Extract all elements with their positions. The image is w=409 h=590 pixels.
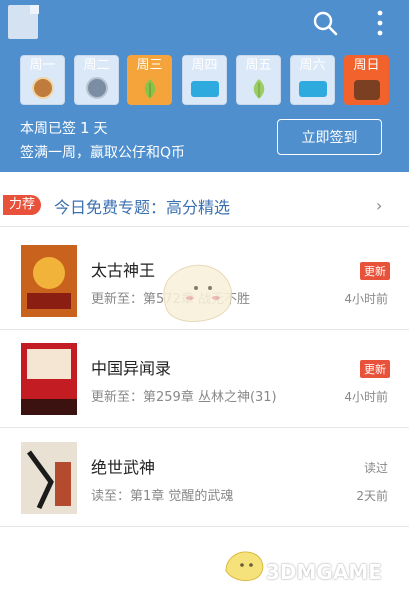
recommend-tag: 力荐 xyxy=(3,195,42,215)
watermark-text: 3DMGAME xyxy=(266,560,382,584)
gift-box-icon xyxy=(353,80,380,100)
book-cover-2 xyxy=(21,343,77,415)
book-title: 绝世武神 xyxy=(91,458,156,477)
day-tuesday: 周二 xyxy=(74,55,119,105)
signed-days-count: 1 xyxy=(80,119,90,137)
day-label: 周四 xyxy=(191,58,218,73)
summary-prefix: 本周已签 xyxy=(20,121,76,137)
sign-in-button[interactable]: 立即签到 xyxy=(277,119,382,155)
book-cover-1 xyxy=(21,245,77,317)
day-label: 周日 xyxy=(353,58,380,73)
book-progress: 读至：第1章 觉醒的武魂 xyxy=(91,489,234,504)
more-menu-icon[interactable] xyxy=(366,8,394,38)
summary-suffix: 天 xyxy=(93,121,108,137)
signed-badge-icon xyxy=(31,77,54,99)
day-label: 周五 xyxy=(245,58,272,73)
search-icon[interactable] xyxy=(311,8,339,38)
app-logo-icon xyxy=(8,5,39,39)
divider xyxy=(0,526,409,527)
day-friday: 周五 xyxy=(236,55,281,105)
divider xyxy=(0,427,409,428)
day-sunday: 周日 xyxy=(344,55,389,105)
day-monday: 周一 xyxy=(20,55,65,105)
weekly-checkin-strip: 周一 周二 周三 周四 周五 周六 周日 xyxy=(20,55,392,107)
day-label: 周二 xyxy=(83,58,110,73)
day-label: 周六 xyxy=(299,58,326,73)
book-title: 中国异闻录 xyxy=(91,359,172,378)
last-read-time: 2天前 xyxy=(356,489,388,503)
recommend-title[interactable]: 今日免费专题：高分精选 xyxy=(54,194,230,218)
day-wednesday[interactable]: 周三 xyxy=(127,55,172,105)
sign-in-header: 周一 周二 周三 周四 周五 周六 周日 本周已签 1 天 签满一周，赢取公仔和… xyxy=(0,0,409,172)
reward-hint: 签满一周，赢取公仔和Q币 xyxy=(20,145,186,161)
book-cover-3 xyxy=(21,442,77,514)
chevron-right-icon[interactable]: › xyxy=(376,196,382,215)
leaf-icon xyxy=(253,79,264,99)
mascot-watermark-icon xyxy=(163,264,232,322)
day-thursday: 周四 xyxy=(182,55,227,105)
update-time: 4小时前 xyxy=(344,292,388,306)
leaf-icon xyxy=(144,79,155,99)
read-status: 读过 xyxy=(363,461,388,475)
book-progress: 更新至：第259章 丛林之神(31) xyxy=(91,390,277,405)
day-label: 周一 xyxy=(29,58,56,73)
divider xyxy=(0,226,409,227)
book-row-3[interactable]: 绝世武神 读至：第1章 觉醒的武魂 读过 2天前 xyxy=(0,442,409,538)
ticket-icon xyxy=(298,81,327,97)
book-title: 太古神王 xyxy=(91,261,156,280)
day-saturday: 周六 xyxy=(290,55,335,105)
day-label: 周三 xyxy=(136,58,163,73)
update-badge: 更新 xyxy=(360,360,390,378)
update-time: 4小时前 xyxy=(344,390,388,404)
book-row-2[interactable]: 中国异闻录 更新至：第259章 丛林之神(31) 更新 4小时前 xyxy=(0,343,409,439)
signed-days-summary: 本周已签 1 天 xyxy=(20,118,108,138)
ticket-icon xyxy=(190,81,219,97)
missed-badge-icon xyxy=(85,77,108,99)
update-badge: 更新 xyxy=(360,262,390,280)
